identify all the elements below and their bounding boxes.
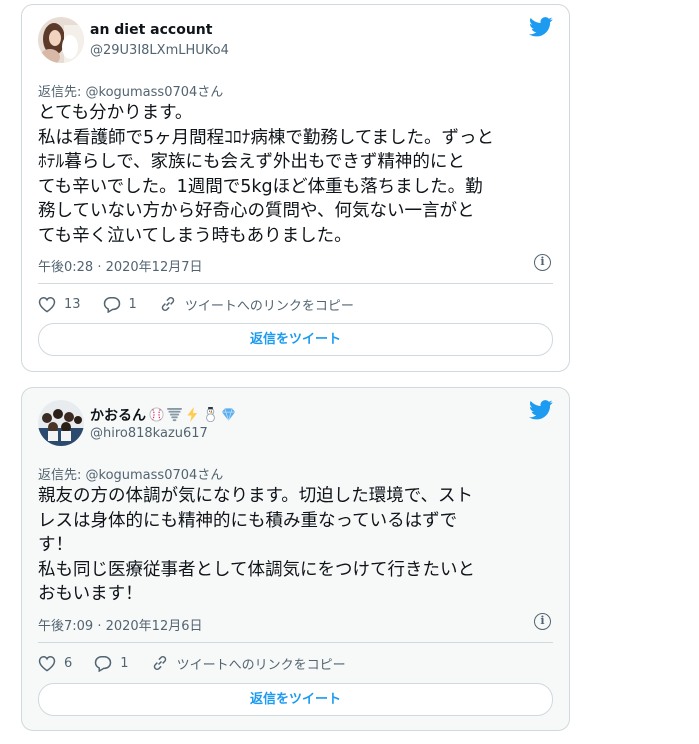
reply-to-label: 返信先: @kogumass0704さん xyxy=(38,468,224,483)
divider xyxy=(38,642,553,643)
link-icon xyxy=(159,295,177,313)
author-handle[interactable]: @hiro818kazu617 xyxy=(90,426,208,441)
reply-action[interactable]: 1 xyxy=(94,655,129,672)
copy-link-label: ツイートへのリンクをコピー xyxy=(176,657,346,673)
tornado-icon xyxy=(167,407,182,426)
tweet-text: とても分かります。 私は看護師で5ヶ月間程ｺﾛﾅ病棟で勤務してました。ずっと ﾎ… xyxy=(38,103,494,246)
info-icon[interactable]: i xyxy=(534,613,551,630)
diamond-icon xyxy=(221,407,236,426)
copy-link-action[interactable]: ツイートへのリンクをコピー xyxy=(159,295,354,314)
reply-count: 1 xyxy=(128,296,137,312)
tweet-card[interactable]: an diet account @29U3I8LXmLHUKo4 返信先: @k… xyxy=(21,4,570,372)
heart-icon xyxy=(38,296,56,313)
reply-to-label: 返信先: @kogumass0704さん xyxy=(38,85,224,100)
twitter-bird-icon[interactable] xyxy=(529,17,553,37)
reply-tweet-button[interactable]: 返信をツイート xyxy=(38,323,553,356)
info-icon[interactable]: i xyxy=(534,254,551,271)
author-name[interactable]: かおるん xyxy=(90,408,146,424)
like-count: 6 xyxy=(64,655,73,671)
like-action[interactable]: 6 xyxy=(38,655,72,672)
twitter-bird-icon[interactable] xyxy=(529,400,553,420)
like-count: 13 xyxy=(64,296,81,312)
reply-count: 1 xyxy=(120,655,129,671)
copy-link-label: ツイートへのリンクをコピー xyxy=(184,298,354,314)
avatar[interactable] xyxy=(38,400,84,446)
author-name[interactable]: an diet account xyxy=(90,22,212,38)
tweet-timestamp[interactable]: 午後7:09 · 2020年12月6日 xyxy=(38,615,203,634)
avatar[interactable] xyxy=(38,17,84,63)
reply-tweet-button[interactable]: 返信をツイート xyxy=(38,683,553,716)
tweet-timestamp[interactable]: 午後0:28 · 2020年12月7日 xyxy=(38,256,203,275)
heart-icon xyxy=(38,655,56,672)
snowman-icon xyxy=(203,406,218,426)
author-name-row[interactable]: かおるん xyxy=(90,405,236,426)
like-action[interactable]: 13 xyxy=(38,296,81,313)
divider xyxy=(38,283,553,284)
baseball-icon xyxy=(149,406,164,426)
reply-bubble-icon xyxy=(103,296,121,313)
tweet-card[interactable]: かおるん @hiro818kazu617 返信先: @kogumass0704さ… xyxy=(21,387,570,731)
name-emojis xyxy=(149,406,236,426)
tweet-actions: 13 1 ツイートへのリンクをコピー xyxy=(38,294,376,314)
author-handle[interactable]: @29U3I8LXmLHUKo4 xyxy=(90,43,229,58)
copy-link-action[interactable]: ツイートへのリンクをコピー xyxy=(151,654,346,673)
tweet-actions: 6 1 ツイートへのリンクをコピー xyxy=(38,653,368,673)
link-icon xyxy=(151,654,169,672)
tweet-text: 親友の方の体調が気になります。切迫した環境で、スト レスは身体的にも精神的にも積… xyxy=(38,486,475,604)
reply-bubble-icon xyxy=(94,655,112,672)
reply-action[interactable]: 1 xyxy=(103,296,137,313)
lightning-icon xyxy=(185,406,200,426)
